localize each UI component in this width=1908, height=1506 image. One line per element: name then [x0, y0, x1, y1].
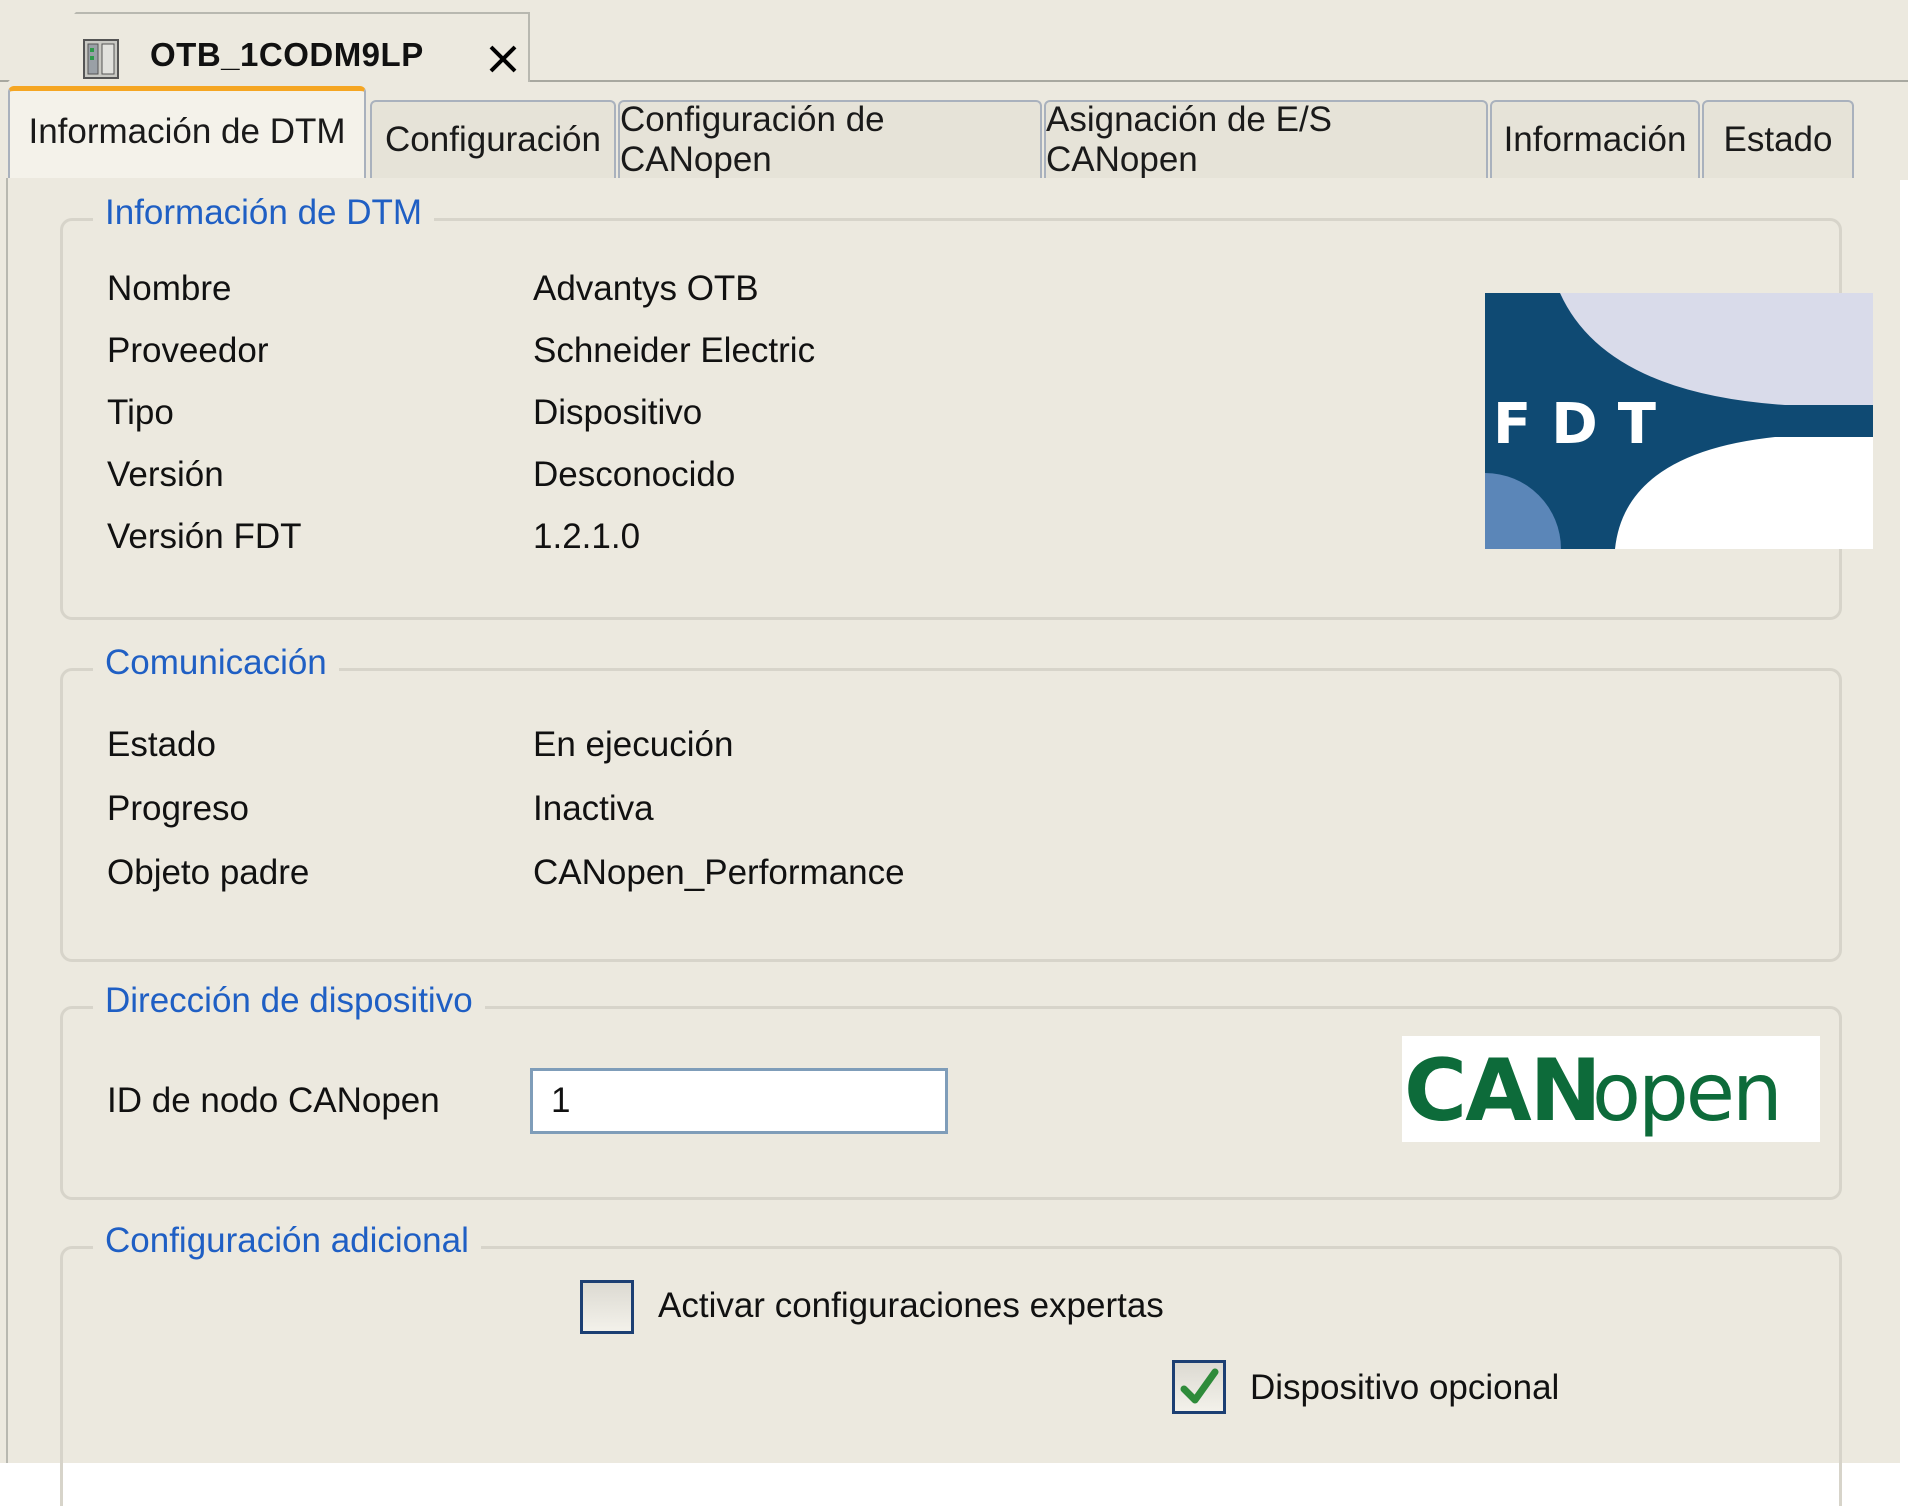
tab-information[interactable]: Información [1490, 100, 1700, 178]
node-id-label: ID de nodo CANopen [107, 1081, 440, 1120]
tab-canopen-io-mapping[interactable]: Asignación de E/S CANopen [1044, 100, 1488, 179]
checkmark-icon [1180, 1368, 1219, 1404]
row-value-state: En ejecución [533, 725, 734, 764]
editor-tabs: Información de DTM Configuración Configu… [0, 82, 1908, 182]
expert-settings-label: Activar configuraciones expertas [658, 1286, 1164, 1325]
row-value-name: Advantys OTB [533, 269, 759, 308]
expert-settings-checkbox[interactable] [580, 1280, 634, 1334]
row-label-vendor: Proveedor [107, 331, 269, 370]
row-value-fdt-version: 1.2.1.0 [533, 517, 641, 556]
tab-label: Información de DTM [28, 111, 346, 151]
optional-device-label: Dispositivo opcional [1250, 1368, 1560, 1407]
optional-device-checkbox[interactable] [1172, 1360, 1226, 1414]
close-icon[interactable] [486, 42, 520, 76]
document-tab-strip: OTB_1CODM9LP [0, 0, 1908, 84]
canopen-logo-bold: CAN [1404, 1041, 1600, 1141]
row-value-parent: CANopen_Performance [533, 853, 905, 892]
row-value-type: Dispositivo [533, 393, 703, 432]
tab-configuration[interactable]: Configuración [370, 100, 616, 178]
canopen-logo-light: open [1592, 1046, 1780, 1139]
tab-label: Asignación de E/S CANopen [1046, 100, 1333, 179]
row-value-progress: Inactiva [533, 789, 654, 828]
dtm-editor-window: OTB_1CODM9LP Información de DTM Configur… [0, 0, 1908, 1506]
row-label-version: Versión [107, 455, 224, 494]
document-title: OTB_1CODM9LP [150, 36, 424, 73]
fdt-logo-text: FDT [1493, 392, 1676, 457]
communication-group: Comunicación Estado En ejecución Progres… [60, 643, 1842, 962]
device-module-icon [83, 39, 119, 79]
tab-status[interactable]: Estado [1702, 100, 1854, 178]
row-label-name: Nombre [107, 269, 232, 308]
row-label-progress: Progreso [107, 789, 250, 828]
fdt-logo: FDT [1485, 293, 1873, 549]
group-title: Dirección de dispositivo [93, 981, 485, 1021]
group-title: Información de DTM [93, 193, 435, 233]
tab-label: Información [1503, 120, 1687, 159]
tab-label: Estado [1723, 120, 1833, 159]
dtm-info-panel: Información de DTM Nombre Advantys OTB P… [6, 178, 1904, 1506]
additional-config-group: Configuración adicional [60, 1221, 1842, 1506]
group-title: Comunicación [93, 643, 339, 683]
tab-canopen-configuration[interactable]: Configuración de CANopen [618, 100, 1042, 179]
node-id-input[interactable] [530, 1068, 948, 1134]
row-value-vendor: Schneider Electric [533, 331, 816, 370]
row-label-parent: Objeto padre [107, 853, 310, 892]
window-edge [1900, 180, 1908, 1463]
row-label-type: Tipo [107, 393, 174, 432]
tab-label: Configuración de CANopen [620, 100, 885, 179]
document-tab[interactable]: OTB_1CODM9LP [6, 12, 530, 84]
tab-label: Configuración [385, 120, 601, 159]
canopen-logo: CAN open [1402, 1036, 1820, 1142]
group-title: Configuración adicional [93, 1221, 481, 1261]
dtm-info-group: Información de DTM Nombre Advantys OTB P… [60, 193, 1873, 620]
tab-dtm-info[interactable]: Información de DTM [8, 86, 366, 182]
row-label-state: Estado [107, 725, 216, 764]
row-value-version: Desconocido [533, 455, 736, 494]
row-label-fdt-version: Versión FDT [107, 517, 302, 556]
